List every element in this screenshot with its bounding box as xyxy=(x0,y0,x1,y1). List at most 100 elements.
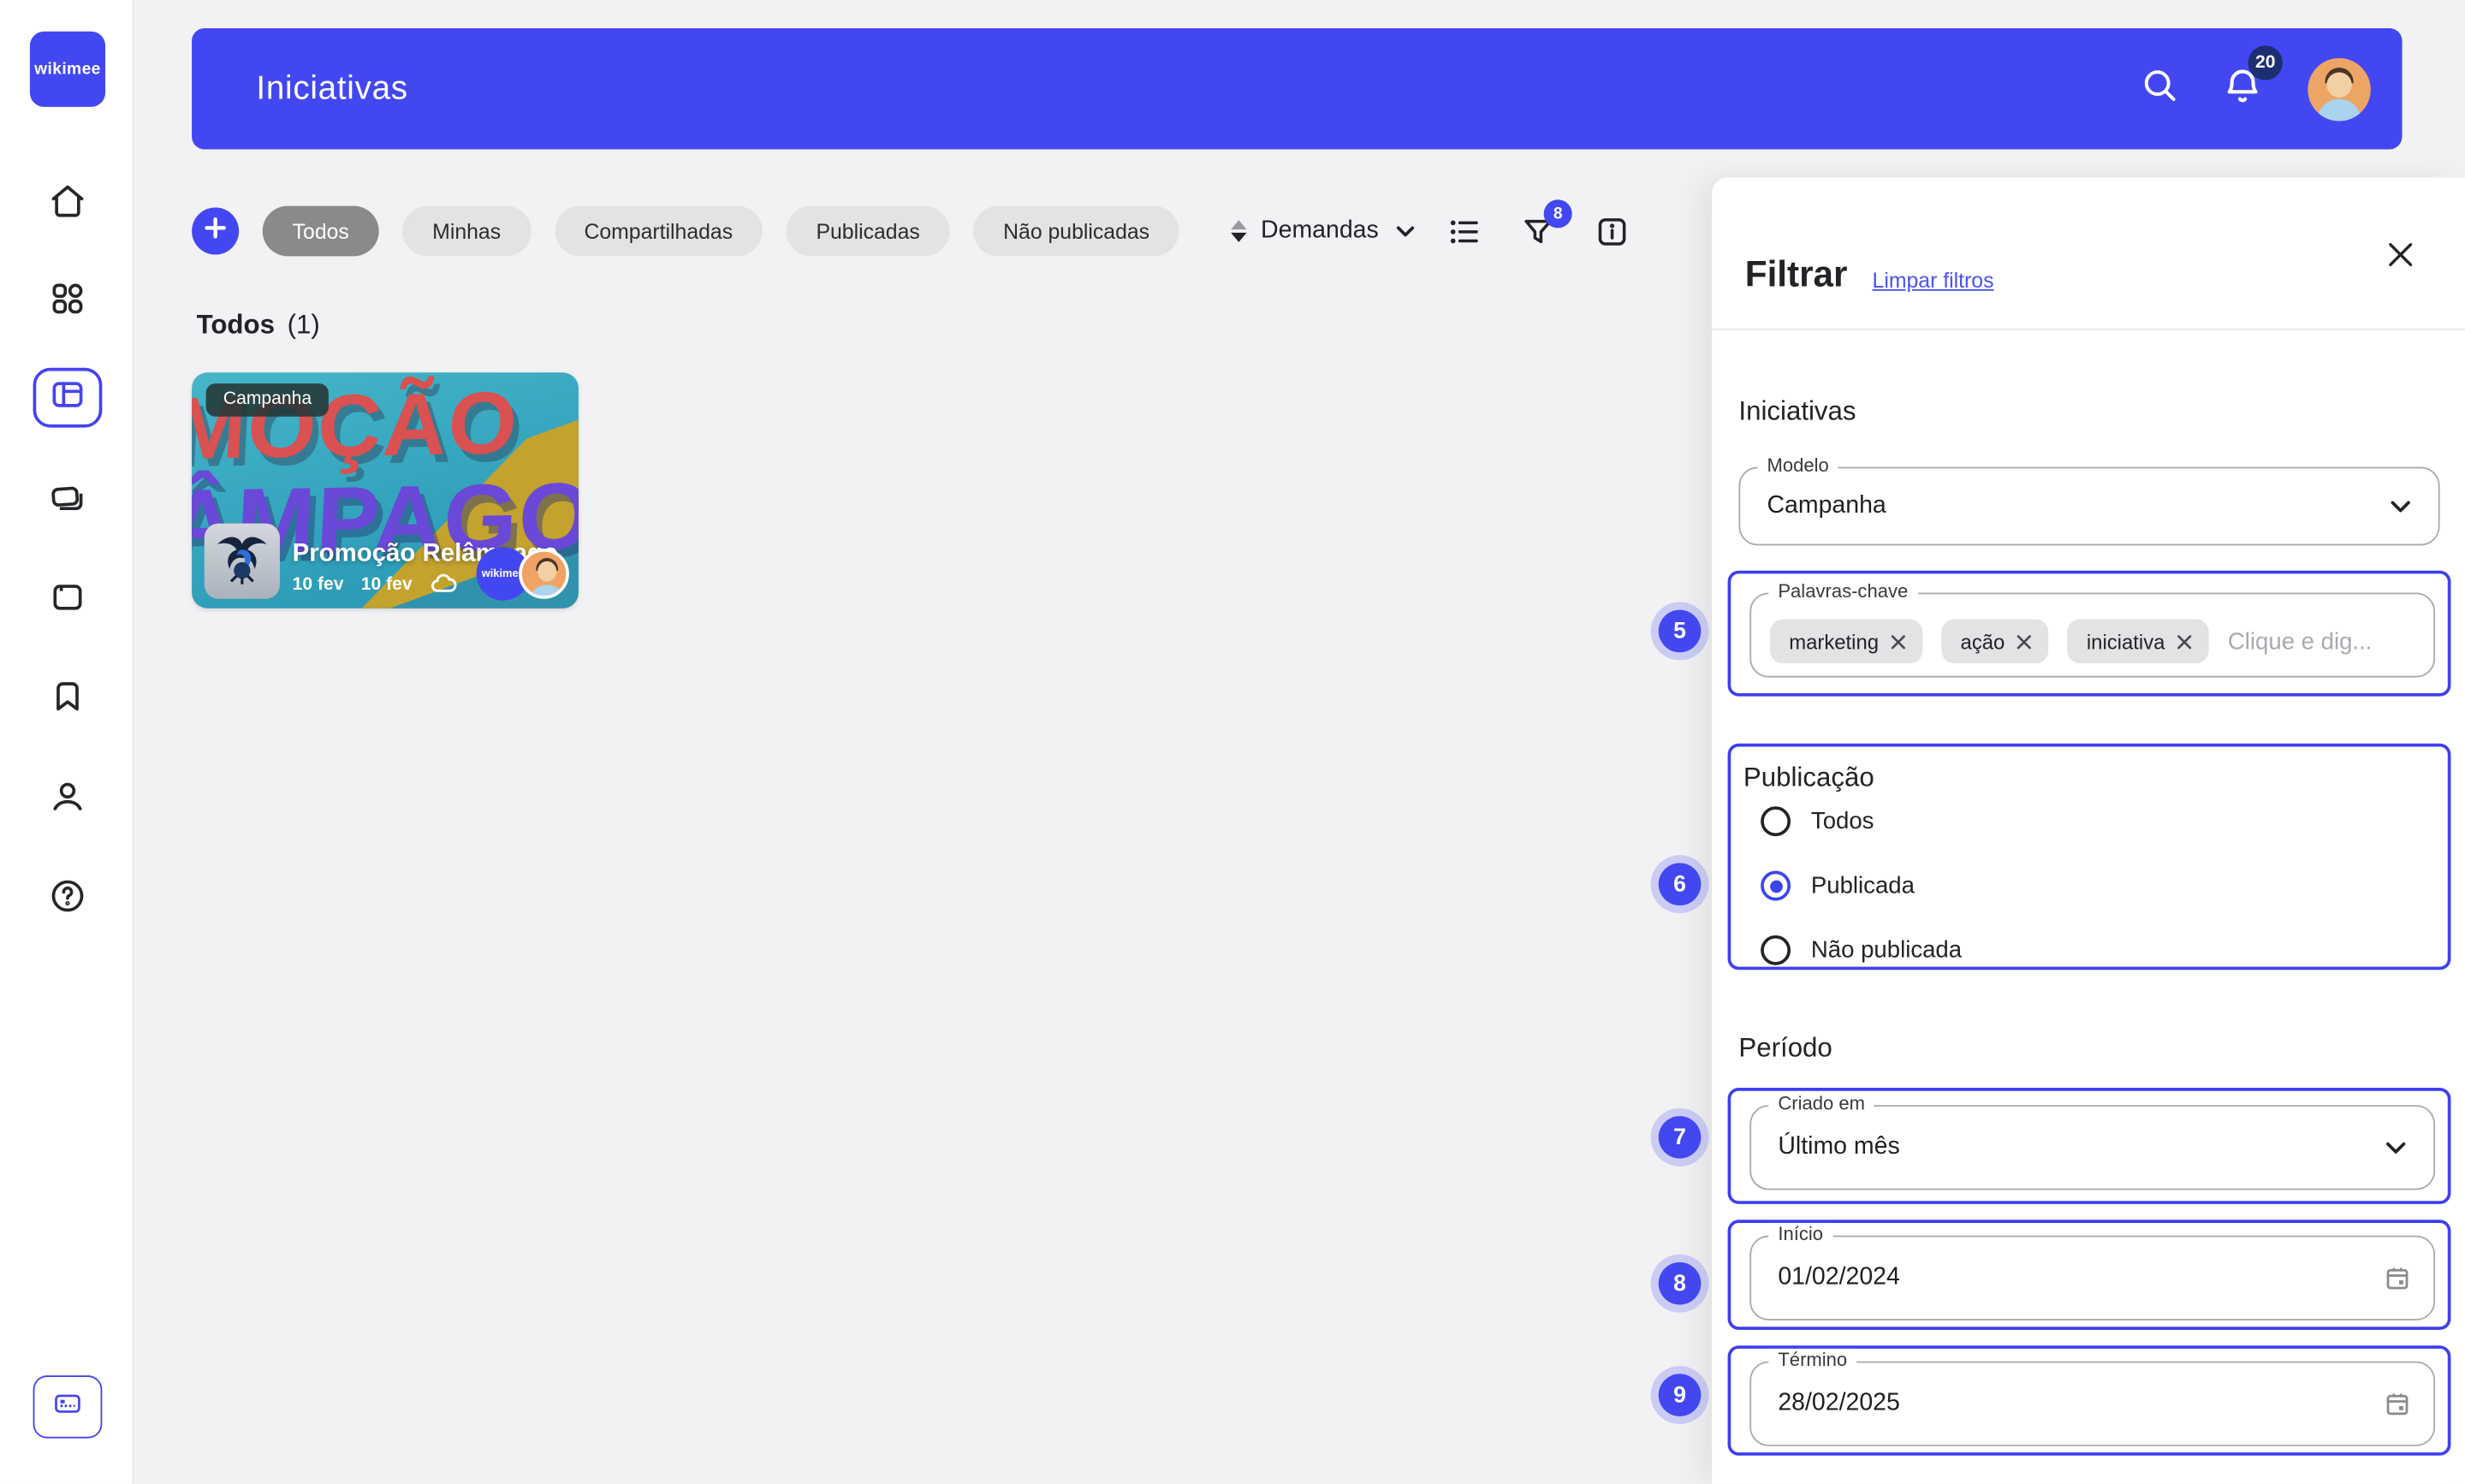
inicio-label: Início xyxy=(1768,1222,1833,1245)
criado-em-select[interactable]: Criado em Último mês xyxy=(1749,1092,2436,1190)
sidebar-item-home[interactable] xyxy=(0,182,134,220)
add-initiative-button[interactable] xyxy=(192,207,240,255)
mini-avatar-shirt xyxy=(528,585,567,597)
inicio-date-field[interactable]: Início 01/02/2024 xyxy=(1749,1222,2436,1321)
view-actions: 8 xyxy=(1446,198,1630,264)
radio-unchecked-icon xyxy=(1761,806,1791,837)
filter-panel-title: Filtrar xyxy=(1744,252,1848,294)
sidebar-item-notebook[interactable] xyxy=(0,579,134,616)
sort-arrows-icon xyxy=(1231,220,1247,242)
chevron-down-icon xyxy=(2382,1133,2410,1161)
keyword-tag: iniciativa xyxy=(2067,619,2209,664)
chip-compartilhadas[interactable]: Compartilhadas xyxy=(554,205,763,257)
card-type-badge: Campanha xyxy=(205,383,330,417)
initiative-card[interactable]: MOÇÃO ÂMPAGO Campanha Promoção Relâmpago… xyxy=(192,372,579,608)
chip-todos[interactable]: Todos xyxy=(262,205,379,257)
tutorial-step-badge-6: 6 xyxy=(1658,863,1702,905)
keywords-label: Palavras-chave xyxy=(1768,579,1918,603)
sort-label: Demandas xyxy=(1261,217,1379,244)
chevron-down-icon xyxy=(2386,492,2415,520)
criado-em-value: Último mês xyxy=(1778,1133,1900,1160)
page-title: Iniciativas xyxy=(256,69,408,106)
sidebar-item-help[interactable] xyxy=(0,877,134,915)
sidebar-item-bookmarks[interactable] xyxy=(0,678,134,715)
radio-option-todos[interactable]: Todos xyxy=(1761,806,1874,837)
notebook-icon xyxy=(48,579,86,616)
active-filter-count-badge: 8 xyxy=(1543,199,1572,228)
tag-label: marketing xyxy=(1789,629,1880,654)
remove-tag-icon[interactable] xyxy=(2016,632,2033,650)
tag-label: iniciativa xyxy=(2086,629,2165,654)
info-button[interactable] xyxy=(1594,213,1630,249)
sidebar: wikimee xyxy=(0,0,134,1484)
keywords-input-placeholder[interactable]: Clique e dig... xyxy=(2228,628,2372,655)
termino-date-field[interactable]: Término 28/02/2025 xyxy=(1749,1348,2436,1446)
inicio-value: 01/02/2024 xyxy=(1778,1263,1900,1291)
app-logo[interactable]: wikimee xyxy=(29,31,106,107)
publicacao-title: Publicação xyxy=(1743,762,1874,792)
radio-unchecked-icon xyxy=(1761,935,1791,965)
keyword-tag: marketing xyxy=(1770,619,1923,664)
calendar-icon[interactable] xyxy=(2383,1390,2411,1418)
criado-em-highlight-box: Criado em Último mês xyxy=(1727,1088,2451,1204)
help-icon xyxy=(48,877,86,915)
page-header: Iniciativas 20 xyxy=(192,28,2403,150)
card-start-date: 10 fev xyxy=(292,574,344,594)
user-avatar[interactable] xyxy=(2308,57,2371,121)
cloud-icon xyxy=(430,569,460,599)
bookmark-icon xyxy=(48,678,86,715)
remove-tag-icon[interactable] xyxy=(2176,632,2193,650)
dragon-image xyxy=(209,525,275,598)
radio-option-publicada[interactable]: Publicada xyxy=(1761,870,1915,901)
sort-control[interactable]: Demandas xyxy=(1231,206,1418,257)
layers-icon xyxy=(48,479,86,517)
radio-option-nao-publicada[interactable]: Não publicada xyxy=(1761,935,1962,965)
remove-tag-icon[interactable] xyxy=(1890,632,1907,650)
close-icon xyxy=(2383,236,2417,279)
search-icon xyxy=(2140,64,2181,113)
owner-mini-avatar xyxy=(519,549,569,599)
sidebar-item-apps[interactable] xyxy=(0,280,134,318)
termino-highlight-box: Término 28/02/2025 xyxy=(1727,1345,2451,1456)
keywords-field[interactable]: Palavras-chave marketing ação iniciativa xyxy=(1749,579,2436,678)
board-layout-icon xyxy=(49,375,86,420)
avatar-face xyxy=(2326,71,2352,97)
filter-panel: Filtrar Limpar filtros Iniciativas Model… xyxy=(1712,177,2465,1484)
user-icon xyxy=(48,778,86,816)
keyword-tag: ação xyxy=(1941,619,2049,664)
sidebar-item-decks[interactable] xyxy=(0,479,134,517)
chevron-down-icon xyxy=(1393,218,1417,243)
tag-label: ação xyxy=(1960,629,2005,654)
tutorial-step-badge-7: 7 xyxy=(1658,1116,1702,1159)
chip-nao-publicadas[interactable]: Não publicadas xyxy=(973,205,1179,257)
chip-minhas[interactable]: Minhas xyxy=(402,205,532,257)
notifications-button[interactable]: 20 xyxy=(2221,45,2283,114)
group-count: (1) xyxy=(287,309,320,340)
close-panel-button[interactable] xyxy=(2380,237,2421,278)
search-button[interactable] xyxy=(2140,64,2181,113)
card-meta: 10 fev 10 fev xyxy=(293,569,460,599)
section-periodo: Período xyxy=(1738,1032,1832,1063)
publicacao-highlight-box: Publicação Todos Publicada Não publicada xyxy=(1727,743,2451,971)
apps-grid-icon xyxy=(48,280,86,318)
termino-label: Término xyxy=(1768,1348,1857,1371)
radio-checked-icon xyxy=(1761,870,1791,901)
filter-button[interactable]: 8 xyxy=(1520,199,1572,249)
inicio-highlight-box: Início 01/02/2024 xyxy=(1727,1220,2451,1330)
clear-filters-link[interactable]: Limpar filtros xyxy=(1873,269,1994,293)
list-view-button[interactable] xyxy=(1446,213,1482,249)
sidebar-item-initiatives-active[interactable] xyxy=(33,367,103,428)
card-end-date: 10 fev xyxy=(360,574,413,594)
sidebar-item-panel-toggle[interactable] xyxy=(33,1375,103,1439)
modelo-select[interactable]: Modelo Campanha xyxy=(1738,454,2440,546)
app-root: wikimee Iniciativas 20 Todos Minhas Comp… xyxy=(0,0,2465,1484)
chip-publicadas[interactable]: Publicadas xyxy=(786,205,950,257)
keywords-tags: marketing ação iniciativa Clique e dig..… xyxy=(1770,619,2372,664)
tutorial-step-badge-5: 5 xyxy=(1658,609,1702,653)
calendar-icon[interactable] xyxy=(2383,1264,2411,1292)
group-title: Todos (1) xyxy=(197,310,320,341)
section-iniciativas: Iniciativas xyxy=(1738,395,1856,426)
mini-avatar-face xyxy=(538,561,557,582)
sidebar-item-profile[interactable] xyxy=(0,778,134,816)
keywords-highlight-box: Palavras-chave marketing ação iniciativa xyxy=(1727,570,2451,697)
